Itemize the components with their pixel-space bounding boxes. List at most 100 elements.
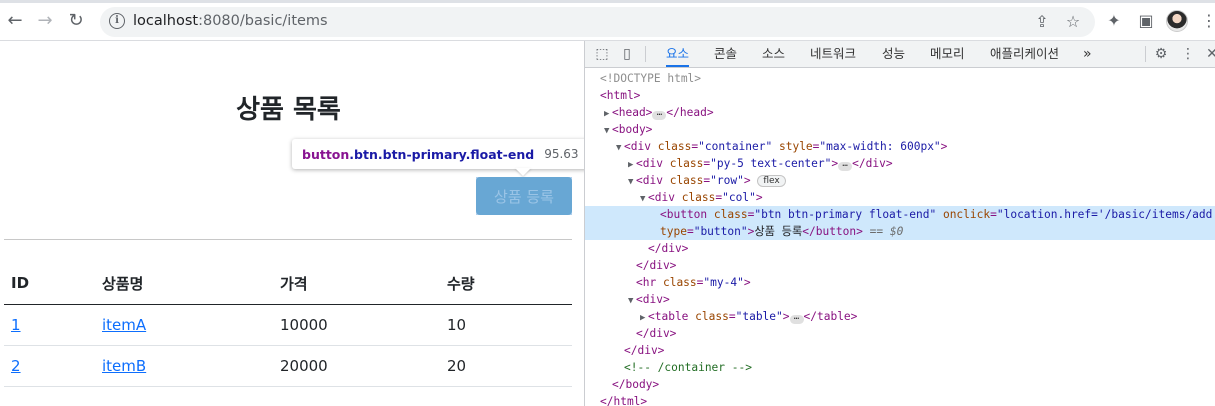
dom-line-col[interactable]: ▼ <div class="col"> [585, 189, 1215, 206]
more-tabs-button[interactable]: » [1083, 41, 1092, 67]
site-info-icon[interactable]: i [109, 13, 125, 29]
browser-toolbar: ← → ↻ i localhost:8080/basic/items ⇪ ☆ ✦… [0, 0, 1215, 41]
dom-line-div[interactable]: ▼ <div> [585, 291, 1215, 308]
tag-end: > [831, 157, 839, 170]
tag-end: > [755, 191, 763, 204]
items-table: ID 상품명 가격 수량 1 itemA 10000 10 2 itemB 20… [4, 263, 572, 387]
node-text: 상품 등록 [754, 225, 803, 238]
tag-name: <div [648, 191, 675, 204]
collapsed-ellipsis-icon[interactable]: … [838, 160, 853, 171]
collapsed-ellipsis-icon[interactable]: … [652, 109, 667, 120]
dom-line-row-close[interactable]: </div> [585, 257, 1215, 274]
tag-end: > [743, 276, 751, 289]
item-name-link[interactable]: itemA [102, 316, 146, 334]
address-bar[interactable]: i localhost:8080/basic/items ⇪ ☆ [100, 7, 1095, 37]
attr-value: "location.href='/basic/items/add'" [996, 208, 1215, 221]
tab-sources[interactable]: 소스 [762, 41, 785, 67]
body-open-tag: <body> [612, 123, 653, 136]
toolbar-separator [645, 46, 646, 62]
tag-name: <table [648, 310, 689, 323]
table-row: 2 itemB 20000 20 [4, 345, 572, 387]
attr-value: "btn btn-primary float-end" [754, 208, 937, 221]
page-viewport: 상품 목록 button .btn.btn-primary.float-end 9… [0, 41, 584, 406]
inspect-element-icon[interactable]: ⬚ [593, 45, 611, 63]
cell-quantity: 20 [440, 345, 572, 387]
devtools-tab-bar: ⬚ ▯ 요소 콘솔 소스 네트워크 성능 메모리 애플리케이션 » ⚙ ⋮ ✕ [585, 41, 1215, 68]
dom-line-body-close[interactable]: </body> [585, 376, 1215, 393]
tag-close: </div> [636, 259, 677, 272]
head-open-tag: <head> [612, 106, 653, 119]
tab-performance[interactable]: 성능 [882, 41, 905, 67]
close-devtools-icon[interactable]: ✕ [1203, 45, 1215, 63]
tag-end: > [782, 310, 790, 323]
dom-line-button-selected[interactable]: <button class="btn btn-primary float-end… [585, 206, 1215, 223]
tag-close: </table> [803, 310, 858, 323]
bookmark-star-icon[interactable]: ☆ [1064, 13, 1082, 31]
share-icon[interactable]: ⇪ [1033, 13, 1051, 31]
add-item-button[interactable]: 상품 등록 [476, 177, 572, 215]
browser-menu-icon[interactable]: ⋮ [1199, 11, 1215, 31]
devtools-menu-icon[interactable]: ⋮ [1179, 45, 1197, 63]
collapsed-ellipsis-icon[interactable]: … [789, 313, 804, 324]
back-icon[interactable]: ← [4, 10, 26, 32]
url-host: localhost [133, 13, 199, 29]
tag-end: > [662, 293, 670, 306]
dom-line-col-close[interactable]: </div> [585, 240, 1215, 257]
dom-line-body[interactable]: ▼ <body> [585, 121, 1215, 138]
profile-avatar[interactable] [1166, 10, 1188, 32]
dom-line-table[interactable]: ▶ <table class="table">… </table> [585, 308, 1215, 325]
dom-line-row[interactable]: ▼ <div class="row"> flex [585, 172, 1215, 189]
tooltip-classes: .btn.btn-primary.float-end [349, 146, 535, 162]
cell-id: 2 [4, 345, 95, 387]
tab-console[interactable]: 콘솔 [714, 41, 737, 67]
doctype-text: <!DOCTYPE html> [600, 72, 702, 85]
tag-close: </html> [600, 395, 648, 406]
item-id-link[interactable]: 2 [11, 357, 21, 375]
cell-quantity: 10 [440, 304, 572, 346]
tab-elements[interactable]: 요소 [666, 41, 690, 67]
tag-name: <div [636, 157, 663, 170]
tag-close: </div> [624, 344, 665, 357]
tab-application[interactable]: 애플리케이션 [990, 41, 1059, 67]
dom-line-html[interactable]: <html> [585, 87, 1215, 104]
divider [4, 239, 572, 240]
dom-line-head[interactable]: ▶ <head>… </head> [585, 104, 1215, 121]
tab-network[interactable]: 네트워크 [810, 41, 856, 67]
toolbar-separator [1145, 46, 1146, 62]
dom-line-container-close[interactable]: </div> [585, 342, 1215, 359]
forward-icon[interactable]: → [34, 10, 56, 32]
settings-gear-icon[interactable]: ⚙ [1152, 45, 1170, 63]
dom-line-html-close[interactable]: </html> [585, 393, 1215, 406]
attr-value: "py-5 text-center" [710, 157, 832, 170]
item-name-link[interactable]: itemB [102, 357, 146, 375]
tab-memory[interactable]: 메모리 [930, 41, 965, 67]
inspect-tooltip: button.btn.btn-primary.float-end 95.63 ×… [292, 139, 584, 169]
attr-value: "row" [710, 174, 744, 187]
extensions-icon[interactable]: ✦ [1104, 11, 1124, 31]
dom-line-hr[interactable]: <hr class="my-4"> [585, 274, 1215, 291]
dom-line-button-selected-cont[interactable]: type="button">상품 등록</button> == $0 [585, 223, 1215, 240]
attr-value: "table" [735, 310, 783, 323]
dom-line-div-close[interactable]: </div> [585, 325, 1215, 342]
header-quantity: 수량 [440, 263, 572, 305]
tag-name: <div [624, 140, 651, 153]
dom-line-py5[interactable]: ▶ <div class="py-5 text-center">… </div> [585, 155, 1215, 172]
attr-value: "button" [693, 225, 748, 238]
head-close-tag: </head> [666, 106, 714, 119]
cell-name: itemA [95, 304, 273, 346]
dom-line-comment[interactable]: <!-- /container --> [585, 359, 1215, 376]
attr-name: class [681, 191, 716, 204]
side-panel-icon[interactable]: ▣ [1136, 11, 1156, 31]
tooltip-arrow [515, 168, 531, 176]
device-toolbar-icon[interactable]: ▯ [618, 45, 636, 63]
url-text[interactable]: localhost:8080/basic/items [133, 13, 328, 29]
dom-line-doctype[interactable]: <!DOCTYPE html> [585, 70, 1215, 87]
reload-icon[interactable]: ↻ [65, 10, 87, 32]
table-header-row: ID 상품명 가격 수량 [4, 263, 572, 305]
tag-close: </body> [612, 378, 660, 391]
flex-badge[interactable]: flex [757, 175, 786, 187]
page-title: 상품 목록 [236, 95, 341, 125]
table-row: 1 itemA 10000 10 [4, 304, 572, 346]
dom-line-container[interactable]: ▼ <div class="container" style="max-width… [585, 138, 1215, 155]
item-id-link[interactable]: 1 [11, 316, 21, 334]
